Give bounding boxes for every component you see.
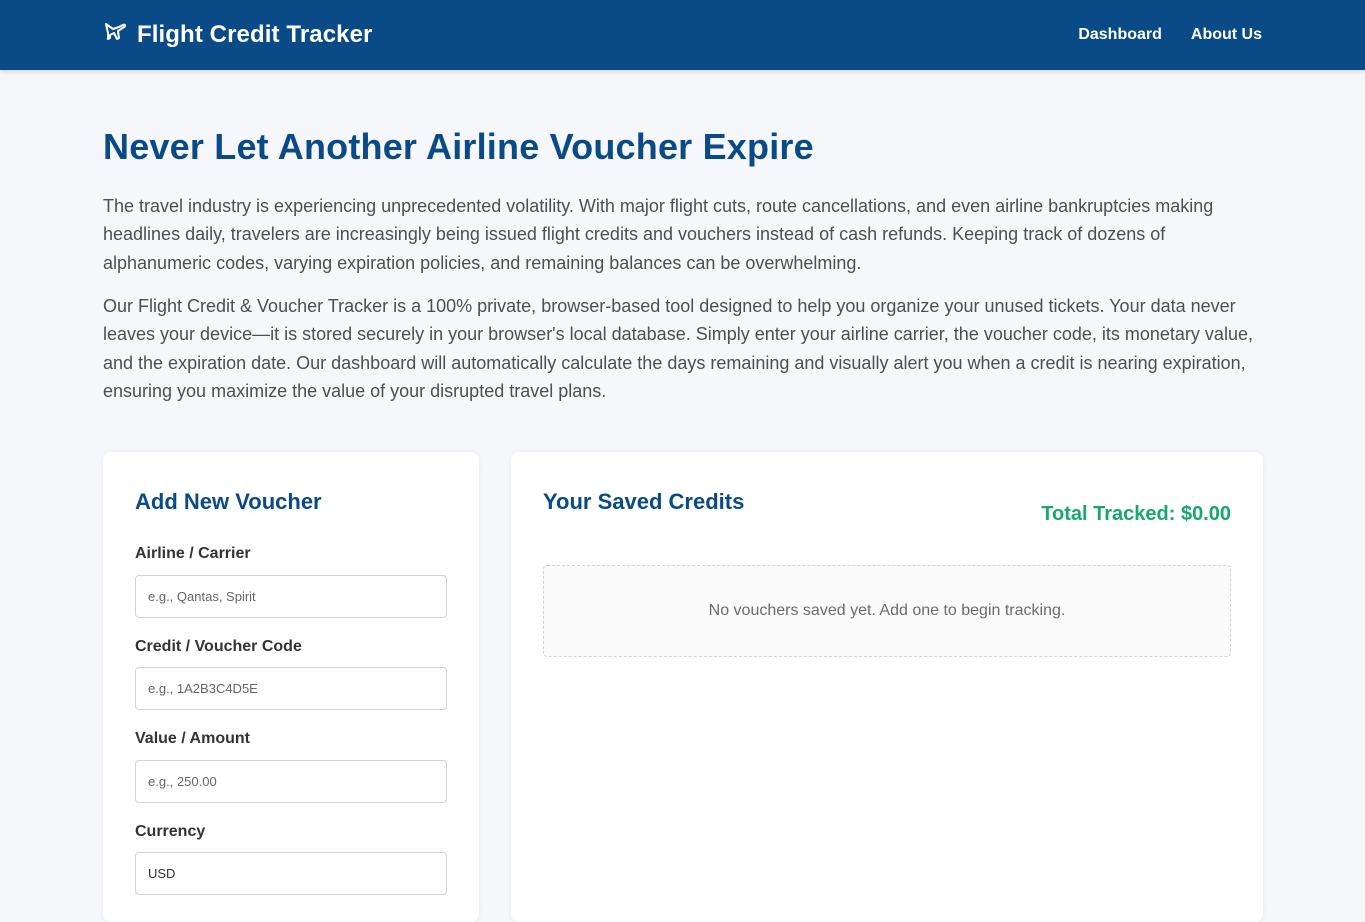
intro-paragraph-2: Our Flight Credit & Voucher Tracker is a… xyxy=(103,296,1253,401)
airplane-icon xyxy=(105,23,127,40)
main-nav: Dashboard About Us xyxy=(1049,0,1262,70)
value-label: Value / Amount xyxy=(135,730,250,747)
saved-credits-card: Your Saved Credits Total Tracked: $0.00 … xyxy=(511,452,1263,922)
currency-label: Currency xyxy=(135,823,206,840)
empty-state: No vouchers saved yet. Add one to begin … xyxy=(543,565,1231,657)
value-input[interactable] xyxy=(135,760,447,803)
total-tracked: Total Tracked: $0.00 xyxy=(1041,503,1231,525)
voucher-code-input[interactable] xyxy=(135,667,447,710)
intro-paragraph-1: The travel industry is experiencing unpr… xyxy=(103,196,1214,273)
add-voucher-card: Add New Voucher Airline / Carrier Credit… xyxy=(103,452,479,922)
top-navbar: Flight Credit Tracker Dashboard About Us xyxy=(0,0,1365,70)
page-title: Never Let Another Airline Voucher Expire xyxy=(103,126,814,167)
saved-credits-title: Your Saved Credits xyxy=(543,489,745,514)
add-voucher-title: Add New Voucher xyxy=(135,489,322,514)
airline-input[interactable] xyxy=(135,575,447,618)
airline-label: Airline / Carrier xyxy=(135,545,251,562)
brand-link[interactable]: Flight Credit Tracker xyxy=(104,0,373,70)
nav-about-link[interactable]: About Us xyxy=(1191,26,1262,44)
nav-dashboard-link[interactable]: Dashboard xyxy=(1078,26,1162,44)
currency-input[interactable] xyxy=(135,852,447,895)
empty-state-message: No vouchers saved yet. Add one to begin … xyxy=(708,602,1066,619)
brand-title: Flight Credit Tracker xyxy=(137,21,373,48)
voucher-code-label: Credit / Voucher Code xyxy=(135,638,302,655)
